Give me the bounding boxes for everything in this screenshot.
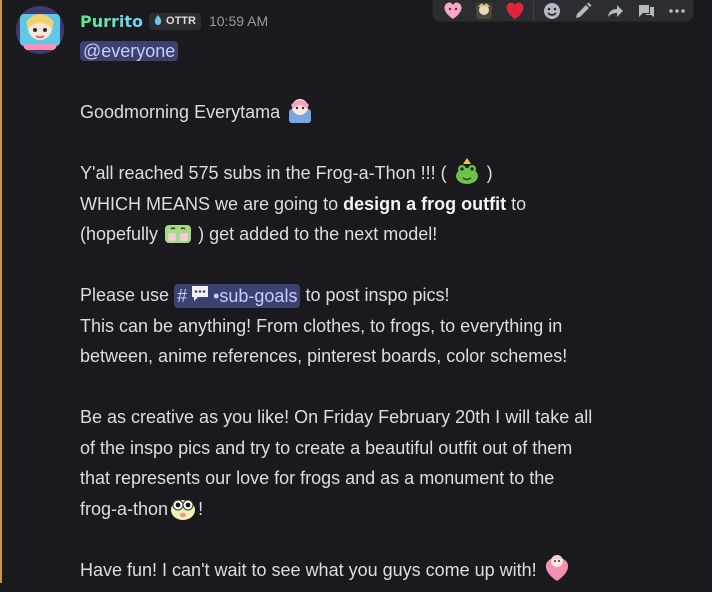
more-icon[interactable]: [662, 0, 693, 24]
timestamp[interactable]: 10:59 AM: [209, 13, 268, 29]
p2-line1-text: Please use: [80, 285, 170, 305]
p2-line3-text: between, anime references, pinterest boa…: [80, 346, 568, 366]
p2-line1-end: to post inspo pics!: [305, 285, 450, 305]
channel-hash-icon: #: [177, 286, 188, 306]
everyone-mention[interactable]: @everyone: [80, 41, 179, 61]
red-heart-reaction-icon[interactable]: [500, 0, 531, 24]
frog-face-emoji: [168, 492, 198, 522]
toolbar-divider: [533, 2, 535, 20]
author-name[interactable]: Purrito: [80, 12, 143, 31]
chibi-hug-emoji: [285, 95, 315, 125]
p1-line1-close: ): [486, 163, 493, 183]
message-content: @everyone Goodmorning Everytama Y'all re…: [80, 36, 700, 585]
p3-line1-text: Be as creative as you like! On Friday Fe…: [80, 407, 593, 427]
heart-hug-emoji: [542, 553, 572, 583]
channel-link-sub-goals[interactable]: # •sub-goals: [174, 284, 301, 309]
p3-line3-text: that represents our love for frogs and a…: [80, 468, 555, 488]
channel-name: •sub-goals: [213, 286, 298, 306]
guild-tag-badge[interactable]: OTTR: [149, 12, 201, 30]
p4-line1-text: Have fun! I can't wait to see what you g…: [80, 559, 537, 580]
forward-icon[interactable]: [599, 0, 630, 24]
p3-line2-text: of the inspo pics and try to create a be…: [80, 437, 573, 458]
message-toolbar: [432, 0, 694, 22]
speech-bubble-icon: [190, 281, 210, 312]
p3-line4-text: frog-a-thon: [80, 498, 169, 519]
p1-line2-end: to: [506, 193, 527, 214]
add-reaction-icon[interactable]: [536, 0, 567, 24]
praying-frog-emoji: [163, 217, 193, 247]
badge-label: OTTR: [166, 15, 196, 27]
droplet-icon: [152, 14, 164, 29]
thread-icon[interactable]: [630, 0, 661, 24]
p1-line3-end: ) get added to the next model!: [198, 224, 438, 244]
avatar[interactable]: [16, 6, 64, 54]
p2-line2-text: This can be anything! From clothes, to f…: [80, 315, 563, 336]
message-header: Purrito OTTR 10:59 AM: [80, 8, 268, 34]
pink-heart-reaction-icon[interactable]: [437, 0, 468, 24]
chibi-reaction-icon[interactable]: [468, 0, 499, 24]
bold-text: design a frog outfit: [343, 193, 507, 214]
p1-line3-text: (hopefully: [80, 224, 159, 244]
p1-line2-text: WHICH MEANS we are going to: [80, 193, 344, 214]
message: Purrito OTTR 10:59 AM @everyone Goodmorn…: [0, 0, 712, 583]
edit-icon[interactable]: [567, 0, 598, 24]
p3-line4-end: !: [198, 498, 204, 519]
mention-highlight-bar: [0, 0, 2, 583]
p1-line1-text: Y'all reached 575 subs in the Frog-a-Tho…: [80, 163, 447, 183]
greeting-text: Goodmorning Everytama: [80, 102, 281, 122]
party-frog-emoji: [452, 156, 482, 186]
